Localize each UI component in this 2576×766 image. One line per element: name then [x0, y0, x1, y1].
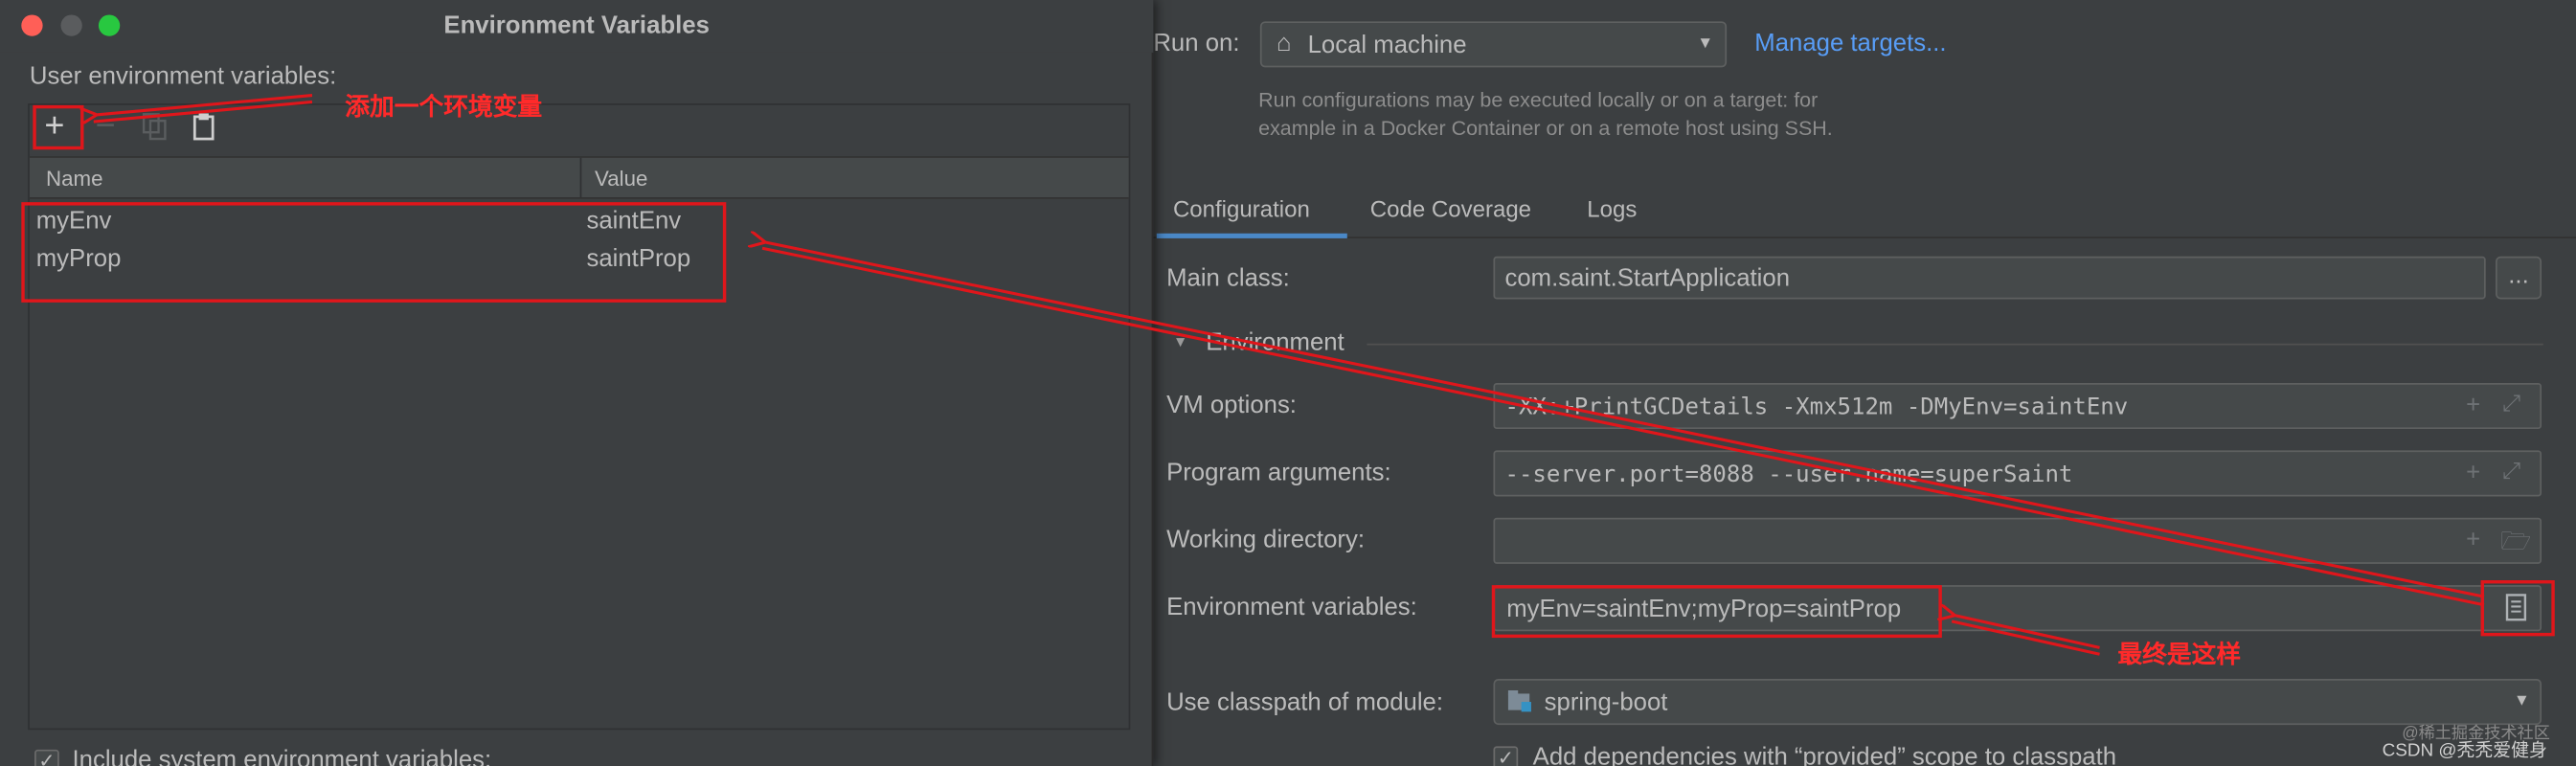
program-arguments-value: --server.port=8088 --user.name=superSain…	[1504, 462, 2073, 488]
environment-variables-label: Environment variables:	[1166, 593, 1417, 621]
environment-section-divider	[1367, 343, 2543, 346]
annotation-box-env-value	[1491, 585, 1942, 639]
dialog-title: Environment Variables	[443, 11, 710, 40]
working-directory-input[interactable]: + 🗁	[1493, 517, 2542, 564]
environment-section-title: Environment	[1206, 328, 1344, 357]
classpath-module-select[interactable]: spring-boot ▼	[1493, 678, 2542, 726]
annotation-box-table-rows	[21, 202, 727, 303]
include-system-env-label: Include system environment variables:	[72, 746, 492, 766]
env-vars-table: + − Name Value myEnv saintEnv myProp sai…	[28, 103, 1131, 731]
expand-icon[interactable]: ⤢	[2502, 457, 2520, 484]
run-on-select-value: Local machine	[1307, 31, 1467, 59]
classpath-module-label: Use classpath of module:	[1166, 688, 1444, 717]
column-header-name[interactable]: Name	[46, 166, 103, 191]
manage-targets-link[interactable]: Manage targets...	[1754, 30, 1946, 57]
copy-icon[interactable]	[142, 112, 168, 149]
folder-icon[interactable]: 🗁	[2500, 525, 2531, 562]
environment-variables-dialog: Environment Variables User environment v…	[0, 0, 1154, 766]
tabs-divider	[1153, 237, 2576, 238]
run-configuration-panel: Run on: ⌂ Local machine ▼ Manage targets…	[1153, 0, 2576, 766]
browse-main-class-button[interactable]: ...	[2495, 256, 2542, 300]
dialog-titlebar: Environment Variables	[0, 0, 1154, 53]
run-on-hint-line1: Run configurations may be executed local…	[1258, 88, 1819, 112]
chevron-down-icon: ▼	[1697, 34, 1714, 53]
annotation-add-note: 添加一个环境变量	[345, 92, 543, 123]
collapse-triangle-icon[interactable]: ▼	[1173, 333, 1187, 349]
paste-icon[interactable]	[192, 112, 215, 149]
annotation-box-add-button	[33, 104, 84, 150]
main-class-value: com.saint.StartApplication	[1504, 264, 1791, 293]
tab-logs[interactable]: Logs	[1587, 195, 1637, 221]
tab-code-coverage[interactable]: Code Coverage	[1370, 195, 1531, 221]
working-directory-label: Working directory:	[1166, 526, 1365, 554]
program-arguments-input[interactable]: --server.port=8088 --user.name=superSain…	[1493, 450, 2542, 497]
provided-scope-label: Add dependencies with “provided” scope t…	[1532, 742, 2117, 766]
plus-icon[interactable]: +	[2466, 459, 2480, 486]
annotation-final-note: 最终是这样	[2117, 639, 2242, 669]
plus-icon[interactable]: +	[2466, 526, 2480, 553]
watermark-line2: CSDN @秃秃爱健身	[2382, 741, 2547, 761]
annotation-box-edit-button	[2480, 579, 2555, 637]
run-on-hint: Run configurations may be executed local…	[1258, 87, 1833, 143]
tab-configuration[interactable]: Configuration	[1173, 195, 1310, 221]
table-header: Name Value	[29, 156, 1129, 199]
vm-options-input[interactable]: -XX:+PrintGCDetails -Xmx512m -DMyEnv=sai…	[1493, 382, 2542, 430]
include-system-env-checkbox[interactable]: ✓	[34, 749, 59, 766]
plus-icon[interactable]: +	[2466, 392, 2480, 419]
main-class-input[interactable]: com.saint.StartApplication	[1493, 256, 2486, 300]
home-icon: ⌂	[1277, 29, 1292, 58]
column-divider[interactable]	[579, 157, 582, 198]
vm-options-label: VM options:	[1166, 391, 1297, 419]
run-on-hint-line2: example in a Docker Container or on a re…	[1258, 116, 1833, 140]
vm-options-value: -XX:+PrintGCDetails -Xmx512m -DMyEnv=sai…	[1504, 394, 2129, 421]
provided-scope-checkbox[interactable]: ✓	[1493, 746, 1519, 766]
program-arguments-label: Program arguments:	[1166, 458, 1391, 487]
run-on-label: Run on:	[1153, 29, 1240, 58]
main-class-label: Main class:	[1166, 264, 1290, 293]
classpath-module-value: spring-boot	[1544, 688, 1668, 717]
chevron-down-icon: ▼	[2513, 691, 2530, 710]
remove-icon[interactable]: −	[96, 107, 116, 146]
user-env-vars-label: User environment variables:	[29, 62, 337, 91]
module-icon	[1506, 688, 1532, 721]
tab-active-indicator	[1156, 233, 1347, 238]
expand-icon[interactable]: ⤢	[2502, 390, 2520, 417]
table-toolbar: + −	[29, 104, 1129, 155]
run-on-select[interactable]: ⌂ Local machine ▼	[1259, 21, 1728, 68]
column-header-value[interactable]: Value	[595, 166, 647, 191]
browse-label: ...	[2508, 260, 2529, 290]
